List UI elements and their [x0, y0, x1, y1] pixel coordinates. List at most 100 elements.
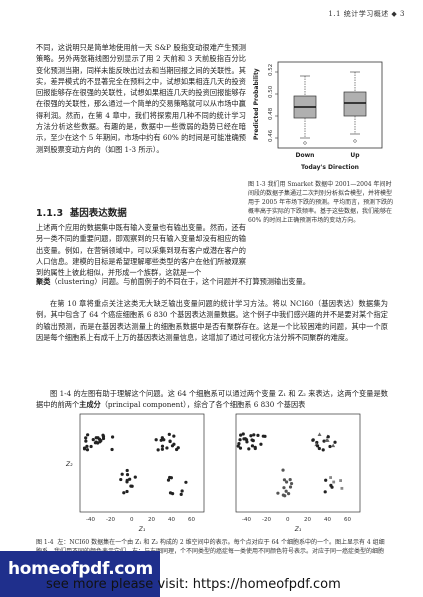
scatter-point: [82, 447, 87, 451]
paragraph-text: （clustering）问题。与前面例子的不同在于，这个问题并不打算预测输出变量…: [50, 277, 310, 286]
scatter-point: [317, 432, 322, 436]
scatter-point: [184, 480, 188, 484]
scatter-point: [250, 444, 255, 448]
paragraph-2-intro: 上述两个应用的数据集中既有输入变量也有输出变量。然而，还有另一类不同的重要问题，…: [36, 222, 246, 276]
scatter-point: [125, 473, 130, 477]
x-axis-label: Z₁: [294, 526, 302, 533]
scatter-point: [168, 439, 172, 444]
xtick-label: 60: [188, 517, 195, 523]
left-scatter: [82, 432, 188, 496]
ytick-label: 0.52: [268, 64, 274, 76]
scatter-point: [281, 468, 285, 472]
scatter-point: [330, 485, 334, 489]
boxplot-up: [343, 71, 367, 143]
scatter-point: [328, 444, 332, 449]
scatter-point: [340, 486, 344, 490]
xtick-label: -20: [106, 517, 115, 523]
scatter-point: [172, 434, 176, 438]
scatter-point: [238, 438, 242, 442]
scatter-point: [288, 485, 293, 489]
scatter-point: [133, 475, 137, 479]
xtick-label: 20: [304, 517, 311, 523]
scatter-point: [179, 492, 183, 496]
caption-text: 我们用 Smarket 数据中 2001—2004 年间时间段的数据子集通过二次…: [248, 181, 394, 224]
scatter-point: [168, 475, 172, 480]
scatter-point: [85, 448, 90, 452]
scatter-point: [160, 447, 165, 451]
xtick-label: 0: [130, 517, 134, 523]
scatter-point: [237, 442, 241, 446]
scatter-point: [315, 444, 320, 448]
scatter-point: [259, 442, 263, 446]
scatter-point: [286, 492, 291, 496]
scatter-point: [159, 438, 163, 442]
scatter-point: [324, 478, 328, 482]
scatter-point: [97, 437, 102, 441]
xtick-label: 60: [344, 517, 351, 523]
xtick-label: -20: [262, 517, 271, 523]
scatter-point: [89, 444, 93, 449]
scatter-point: [129, 484, 133, 488]
figure-1-4: Z₂ -40 -20 0 20 40 60 -40 -20 0 20 40 60…: [58, 412, 378, 534]
scatter-point: [323, 490, 327, 494]
xtick-label: 20: [148, 517, 155, 523]
running-header: 1.1 统计学习概述 ◆ 3: [328, 10, 405, 18]
scatter-point: [154, 438, 158, 442]
xtick-label: -40: [86, 517, 95, 523]
scatter-point: [311, 438, 315, 442]
scatter-point: [120, 472, 124, 476]
scatter-point: [176, 446, 180, 450]
scatter-point: [250, 438, 254, 442]
xtick-label: -40: [242, 517, 251, 523]
caption-label: 图 1-4: [36, 539, 54, 546]
scatter-point: [333, 440, 337, 444]
scatter-point: [91, 438, 95, 442]
x-axis-label: Today's Direction: [301, 164, 359, 171]
boxplot-down: [293, 75, 317, 145]
scatter-point: [167, 432, 171, 436]
scatter-point: [122, 491, 126, 495]
paragraph-3: 在第 10 章将重点关注这类无大缺乏输出变量问题的统计学习方法。将以 NCI60…: [36, 299, 388, 342]
paragraph-text: 上述两个应用的数据集中既有输入变量也有输出变量。然而，还有另一类不同的重要问题，…: [36, 223, 246, 276]
scatter-point: [125, 468, 129, 473]
right-scatter: [236, 432, 344, 498]
footer-link[interactable]: see more please visit: https://homeofpdf…: [46, 577, 341, 592]
scatter-point: [84, 439, 88, 443]
xtick-label: 40: [168, 517, 175, 523]
ytick-label: 0.46: [268, 129, 274, 142]
scatter-point: [329, 476, 333, 479]
intro-paragraph: 不同，这说明只是简单地使用前一天 S&P 股指变动很难产生预测策略。另外两张箱线…: [36, 43, 246, 154]
category-label: Up: [350, 152, 360, 159]
scatter-point: [249, 434, 253, 438]
scatter-point: [156, 448, 160, 452]
paragraph-2-cont: 聚类（clustering）问题。与前面例子的不同在于，这个问题并不打算预测输出…: [36, 276, 388, 287]
bold-term: 主成分: [79, 400, 101, 410]
scatter-point: [331, 443, 336, 448]
scatter-point: [93, 441, 98, 445]
scatter-point: [125, 478, 129, 482]
scatter-point: [252, 433, 256, 437]
scatter-point: [284, 480, 289, 484]
ytick-label: 0.48: [268, 107, 274, 120]
scatter-point: [282, 486, 286, 490]
scatter-point: [110, 447, 114, 452]
category-label: Down: [296, 152, 315, 159]
scatter-point: [242, 437, 246, 441]
paragraph-text: （principal component），综合了各个细胞系 6 830 个基因…: [100, 400, 306, 410]
caption-label: 图 1-3: [248, 181, 266, 188]
paragraph-4: 图 1-4 的左图有助于理解这个问题。这 64 个细胞系可以通过两个变量 Z₁ …: [36, 388, 388, 411]
x-axis-label: Z₁: [138, 526, 146, 533]
xtick-label: 40: [324, 517, 331, 523]
scatter-point: [317, 446, 321, 451]
plot-frame: [277, 61, 383, 149]
scatter-point: [238, 446, 243, 450]
scatter-point: [170, 444, 175, 448]
right-plot-frame: [235, 413, 361, 513]
xtick-label: 0: [286, 517, 290, 523]
scatter-point: [85, 444, 89, 448]
scatter-point: [84, 436, 88, 440]
scatter-point: [339, 479, 343, 482]
bold-term: 聚类: [36, 277, 51, 286]
scatter-point: [247, 447, 251, 451]
scatter-point: [284, 489, 288, 493]
